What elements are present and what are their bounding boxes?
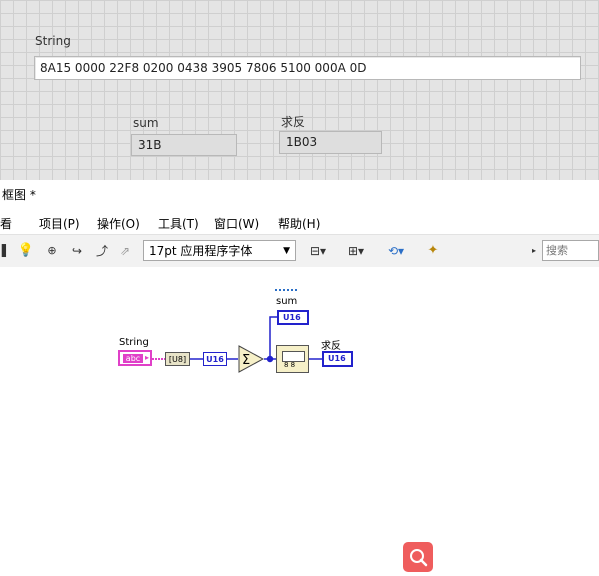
not-node[interactable]: 8 8	[276, 345, 309, 373]
chevron-down-icon: ▼	[283, 246, 290, 256]
sum-label: sum	[133, 116, 159, 130]
menu-item-help[interactable]: 帮助(H)	[278, 215, 320, 232]
selection-marker	[275, 289, 297, 295]
block-diagram: String abc ▸ [U8] U16 Σ sum U16 8 8 求反 U…	[0, 267, 599, 572]
sum-indicator: 31B	[131, 134, 237, 156]
retain-wire-values-icon[interactable]: ⊕	[43, 242, 61, 260]
add-array-elements-node[interactable]: Σ	[238, 345, 264, 373]
sum-terminal-label: sum	[276, 296, 298, 307]
pause-icon[interactable]: ❚	[0, 242, 13, 260]
negate-indicator: 1B03	[279, 131, 382, 154]
negate-terminal-label: 求反	[321, 341, 341, 352]
menu-bar: 看 项目(P) 操作(O) 工具(T) 窗口(W) 帮助(H)	[0, 212, 599, 234]
clean-up-icon[interactable]: ✦	[422, 242, 444, 260]
expand-icon[interactable]: ▸	[529, 242, 539, 260]
menu-item-tools[interactable]: 工具(T)	[158, 215, 199, 232]
menu-item-window[interactable]: 窗口(W)	[214, 215, 259, 232]
string-terminal-label: String	[119, 337, 149, 348]
string-to-byte-array-node[interactable]: [U8]	[165, 352, 190, 366]
step-over-icon[interactable]: ⤴	[93, 242, 111, 260]
magnifier-button[interactable]	[403, 542, 433, 572]
to-u16-node[interactable]: U16	[203, 352, 227, 366]
sum-terminal[interactable]: U16	[277, 310, 309, 325]
toolbar: ❚ 💡 ⊕ ↪ ⤴ ⇗ 17pt 应用程序字体 ▼ ⊟▾ ⊞▾ ⟲▾ ✦ ▸ 搜…	[0, 234, 599, 268]
reorder-icon[interactable]: ⟲▾	[383, 242, 409, 260]
font-select[interactable]: 17pt 应用程序字体 ▼	[143, 240, 296, 261]
search-input[interactable]: 搜索	[542, 240, 599, 261]
magnifier-icon	[410, 549, 428, 567]
menu-item-project[interactable]: 项目(P)	[39, 215, 80, 232]
window-title: 框图 *	[0, 180, 599, 212]
sum-terminal-type: U16	[283, 313, 301, 322]
negate-label: 求反	[281, 115, 306, 129]
terminal-arrow-icon: ▸	[144, 353, 149, 362]
menu-item-view[interactable]: 看	[0, 215, 12, 232]
not-node-text: 8 8	[284, 361, 296, 369]
step-out-icon[interactable]: ⇗	[116, 242, 134, 260]
string-label: String	[35, 34, 71, 48]
string-terminal[interactable]: abc ▸	[118, 350, 152, 366]
sigma-symbol: Σ	[242, 353, 250, 368]
align-objects-icon[interactable]: ⊟▾	[305, 242, 331, 260]
negate-terminal-type: U16	[328, 354, 346, 363]
string-control[interactable]: 8A15 0000 22F8 0200 0438 3905 7806 5100 …	[34, 56, 581, 80]
front-panel: String 8A15 0000 22F8 0200 0438 3905 780…	[0, 0, 599, 180]
string-glyph: abc	[123, 354, 143, 363]
step-into-icon[interactable]: ↪	[68, 242, 86, 260]
font-select-value: 17pt 应用程序字体	[149, 244, 253, 258]
distribute-objects-icon[interactable]: ⊞▾	[343, 242, 369, 260]
menu-item-operate[interactable]: 操作(O)	[97, 215, 140, 232]
highlight-execution-icon[interactable]: 💡	[17, 242, 35, 260]
negate-terminal[interactable]: U16	[322, 351, 353, 367]
